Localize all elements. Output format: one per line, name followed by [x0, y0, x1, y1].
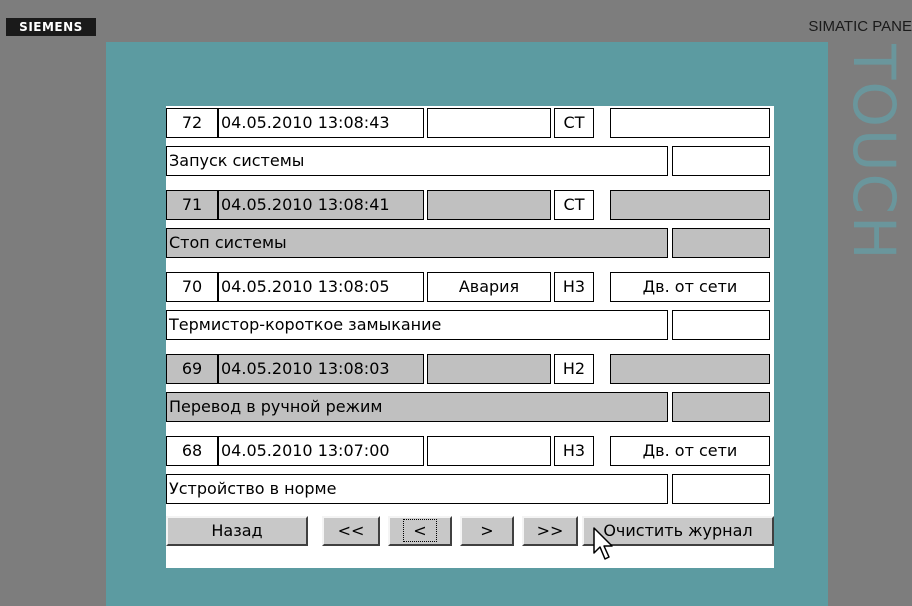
entry-text: Запуск системы: [166, 146, 668, 176]
prev-page-button[interactable]: <: [388, 516, 452, 546]
entry-number: 71: [166, 190, 218, 220]
entry-type: [427, 436, 551, 466]
entry-extra: [672, 392, 770, 422]
back-button[interactable]: Назад: [166, 516, 308, 546]
entry-extra: [672, 310, 770, 340]
first-page-button[interactable]: <<: [322, 516, 380, 546]
hmi-screen: 72 04.05.2010 13:08:43 CT Запуск системы…: [106, 42, 828, 606]
entry-text: Термистор-короткое замыкание: [166, 310, 668, 340]
entry-source: [610, 108, 770, 138]
entry-datetime: 04.05.2010 13:08:03: [218, 354, 424, 384]
entry-code: H2: [554, 354, 594, 384]
next-page-button[interactable]: >: [460, 516, 514, 546]
entry-code: H3: [554, 272, 594, 302]
event-log: 72 04.05.2010 13:08:43 CT Запуск системы…: [166, 106, 774, 568]
entry-number: 72: [166, 108, 218, 138]
entry-type: Авария: [427, 272, 551, 302]
entry-source: Дв. от сети: [610, 272, 770, 302]
device-bezel: SIEMENS SIMATIC PANE TOUCH 72 04.05.2010…: [0, 0, 912, 606]
entry-number: 68: [166, 436, 218, 466]
last-page-button[interactable]: >>: [522, 516, 578, 546]
prev-page-label: <: [403, 519, 437, 542]
entry-datetime: 04.05.2010 13:08:43: [218, 108, 424, 138]
entry-text: Стоп системы: [166, 228, 668, 258]
entry-number: 69: [166, 354, 218, 384]
entry-extra: [672, 228, 770, 258]
entry-datetime: 04.05.2010 13:08:05: [218, 272, 424, 302]
entry-text: Устройство в норме: [166, 474, 668, 504]
entry-source: Дв. от сети: [610, 436, 770, 466]
touch-label-text: TOUCH: [840, 44, 906, 262]
entry-source: [610, 354, 770, 384]
touch-label: TOUCH: [830, 44, 906, 344]
entry-type: [427, 108, 551, 138]
entry-number: 70: [166, 272, 218, 302]
brand-logo: SIEMENS: [6, 18, 96, 36]
entry-datetime: 04.05.2010 13:08:41: [218, 190, 424, 220]
entry-type: [427, 354, 551, 384]
entry-datetime: 04.05.2010 13:07:00: [218, 436, 424, 466]
entry-source: [610, 190, 770, 220]
mouse-pointer-icon: [593, 527, 613, 560]
panel-model-label: SIMATIC PANE: [808, 18, 912, 35]
entry-code: CT: [554, 190, 594, 220]
entry-extra: [672, 146, 770, 176]
entry-text: Перевод в ручной режим: [166, 392, 668, 422]
entry-code: CT: [554, 108, 594, 138]
entry-extra: [672, 474, 770, 504]
entry-type: [427, 190, 551, 220]
entry-code: H3: [554, 436, 594, 466]
